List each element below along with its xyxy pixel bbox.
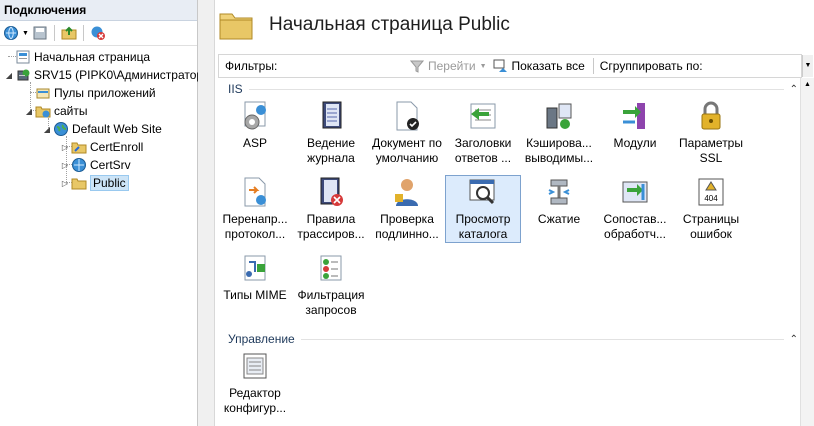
filter-input[interactable] [280,56,404,76]
feature-directory-browsing[interactable]: Просмотр каталога [445,175,521,243]
compression-icon [543,176,575,208]
tracing-icon [315,176,347,208]
tree-item-start-page[interactable]: Начальная страница [4,48,150,66]
feature-http-redirect[interactable]: Перенапр... протокол... [218,176,292,242]
folder-icon [219,10,253,40]
app-pools-icon [35,85,51,101]
funnel-icon [410,60,424,73]
collapse-arrow-icon[interactable]: ◢ [4,71,14,80]
page-title: Начальная страница Public [269,14,510,35]
features-view: IIS ⌃ ASP Ведение журнала Документ по умолч… [218,78,800,426]
virtual-dir-icon [71,139,87,155]
tree-item-server[interactable]: ◢ SRV15 (PIPK0\Администратор) [4,66,207,84]
disconnect-icon[interactable] [89,24,107,42]
vertical-scrollbar[interactable]: ▲ [800,78,814,426]
filter-bar: Фильтры: Перейти ▼ Показать все Сгруппир… [218,54,813,78]
title-row: Начальная страница Public [215,0,814,50]
feature-error-pages[interactable]: 404 Страницы ошибок [674,176,748,242]
connect-globe-icon[interactable] [2,24,20,42]
tree-item-app-pools[interactable]: Пулы приложений [24,84,156,102]
feature-authentication[interactable]: Проверка подлинно... [370,176,444,242]
expand-arrow-icon[interactable]: ▷ [60,161,70,170]
save-icon[interactable] [31,24,49,42]
filter-scroll-button[interactable]: ▼ [802,55,813,77]
logging-icon [315,100,347,132]
feature-logging[interactable]: Ведение журнала [294,100,368,166]
tree-item-certsrv[interactable]: ▷ CertSrv [60,156,131,174]
show-all-icon [493,59,507,72]
collapse-chevron-icon[interactable]: ⌃ [790,334,798,345]
expand-arrow-icon[interactable]: ▷ [60,179,70,188]
redirect-icon [239,176,271,208]
group-header-iis[interactable]: IIS ⌃ [228,82,798,96]
feature-default-document[interactable]: Документ по умолчанию [370,100,444,166]
request-filtering-icon [315,252,347,284]
application-icon [71,157,87,173]
panel-splitter[interactable] [198,0,215,426]
feature-output-caching[interactable]: Кэширова... выводимы... [522,100,596,166]
feature-request-filtering[interactable]: Фильтрация запросов [294,252,368,318]
up-folder-icon[interactable] [60,24,78,42]
connections-toolbar: ▼ [0,21,197,46]
globe-icon [53,121,69,137]
sites-folder-icon [35,103,51,119]
show-all-button[interactable]: Показать все [493,59,585,73]
collapse-arrow-icon[interactable]: ◢ [24,107,34,116]
response-headers-icon [467,100,499,132]
filter-label: Фильтры: [225,59,278,73]
folder-icon [71,175,87,191]
group-header-management[interactable]: Управление ⌃ [228,332,798,346]
default-document-icon [391,100,423,132]
go-button[interactable]: Перейти ▼ [410,59,487,73]
feature-ssl-settings[interactable]: Параметры SSL [674,100,748,166]
connections-header: Подключения [0,0,197,21]
user-key-icon [391,176,423,208]
error-page-icon: 404 [695,176,727,208]
chevron-down-icon: ▼ [479,62,487,70]
feature-compression[interactable]: Сжатие [522,176,596,227]
main-panel: Начальная страница Public Фильтры: Перей… [215,0,814,426]
modules-icon [619,100,651,132]
output-caching-icon [543,100,575,132]
mime-types-icon [239,252,271,284]
collapse-arrow-icon[interactable]: ◢ [42,125,52,134]
configuration-editor-icon [239,350,271,382]
expand-arrow-icon[interactable]: ▷ [60,143,70,152]
connections-panel: Подключения ▼ Начальная страница ◢ SRV15… [0,0,207,426]
directory-browsing-icon [467,176,499,208]
feature-failed-request-tracing[interactable]: Правила трассиров... [294,176,368,242]
tree-item-public[interactable]: ▷ Public [60,174,129,192]
scroll-up-icon[interactable]: ▲ [803,81,812,89]
chevron-down-icon[interactable]: ▼ [22,30,29,37]
asp-icon [239,100,271,132]
tree-item-default-web-site[interactable]: ◢ Default Web Site [42,120,162,138]
feature-modules[interactable]: Модули [598,100,672,151]
svg-text:404: 404 [704,194,718,203]
feature-response-headers[interactable]: Заголовки ответов ... [446,100,520,166]
feature-mime-types[interactable]: Типы MIME [218,252,292,303]
handler-mappings-icon [619,176,651,208]
feature-asp[interactable]: ASP [218,100,292,151]
server-icon [15,67,31,83]
feature-handler-mappings[interactable]: Сопостав... обработч... [598,176,672,242]
tree-item-certenroll[interactable]: ▷ CertEnroll [60,138,143,156]
tree-item-sites[interactable]: ◢ сайты [24,102,88,120]
collapse-chevron-icon[interactable]: ⌃ [790,84,798,95]
feature-configuration-editor[interactable]: Редактор конфигур... [218,350,292,416]
lock-icon [695,100,727,132]
group-by-label: Сгруппировать по: [599,59,703,73]
start-page-icon [15,49,31,65]
